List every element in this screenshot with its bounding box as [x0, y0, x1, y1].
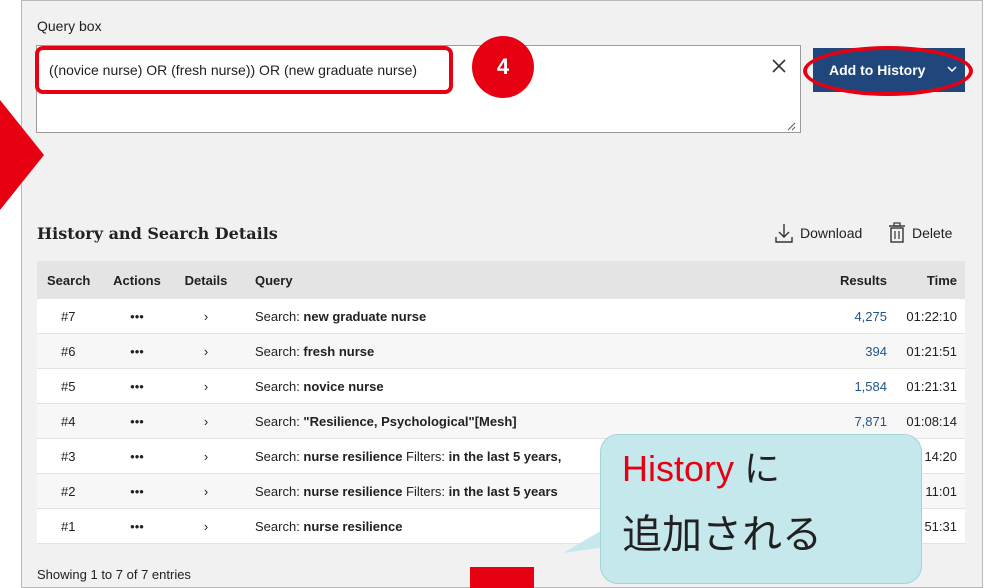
- close-icon[interactable]: [768, 55, 790, 77]
- filters-value: in the last 5 years: [448, 483, 558, 499]
- query-cell: Search: "Resilience, Psychological"[Mesh…: [237, 414, 819, 429]
- column-header-details: Details: [184, 272, 228, 288]
- query-prefix: Search:: [255, 448, 304, 464]
- resize-handle-icon[interactable]: [786, 121, 796, 131]
- actions-menu-button[interactable]: •••: [99, 484, 175, 499]
- callout-text-line2: 追加される: [622, 513, 822, 557]
- search-time: 01:22:10: [906, 308, 957, 324]
- table-header: Search Actions Details Query Results Tim…: [37, 261, 965, 299]
- filters-value: in the last 5 years,: [448, 448, 562, 464]
- search-number: #4: [61, 413, 76, 429]
- search-number: #2: [61, 483, 76, 499]
- details-expand-button[interactable]: ›: [175, 519, 237, 534]
- results-count-link[interactable]: 1,584: [819, 379, 887, 394]
- actions-menu-button[interactable]: •••: [99, 449, 175, 464]
- results-count-link[interactable]: 7,871: [819, 414, 887, 429]
- add-button-highlight-oval: [803, 46, 973, 96]
- details-expand-button[interactable]: ›: [175, 309, 237, 324]
- filters-label: Filters:: [402, 483, 449, 499]
- search-number: #7: [61, 308, 76, 324]
- column-header-time[interactable]: Time: [887, 273, 965, 288]
- actions-menu-button[interactable]: •••: [99, 519, 175, 534]
- table-row: #6 ••• › Search: fresh nurse 394 01:21:51: [37, 334, 965, 369]
- query-cell: Search: new graduate nurse: [237, 309, 819, 324]
- download-button[interactable]: Download: [774, 222, 862, 244]
- table-row: #5 ••• › Search: novice nurse 1,584 01:21:31: [37, 369, 965, 404]
- query-term: nurse resilience: [303, 448, 403, 464]
- search-number: #3: [61, 448, 76, 464]
- details-expand-button[interactable]: ›: [175, 344, 237, 359]
- query-term: novice nurse: [303, 378, 384, 394]
- column-header-search[interactable]: Search: [37, 273, 99, 288]
- details-expand-button[interactable]: ›: [175, 449, 237, 464]
- history-title: History and Search Details: [37, 224, 278, 243]
- search-number: #6: [61, 343, 76, 359]
- details-expand-button[interactable]: ›: [175, 484, 237, 499]
- actions-menu-button[interactable]: •••: [99, 379, 175, 394]
- table-row: #7 ••• › Search: new graduate nurse 4,275 01:…: [37, 299, 965, 334]
- filters-label: Filters:: [402, 448, 449, 464]
- query-cell: Search: novice nurse: [237, 379, 819, 394]
- step-number-badge: 4: [472, 36, 534, 98]
- search-time: 01:08:14: [906, 413, 957, 429]
- details-expand-button[interactable]: ›: [175, 414, 237, 429]
- download-icon: [775, 224, 793, 243]
- callout-text-line1: History に: [622, 449, 780, 489]
- query-term: new graduate nurse: [303, 308, 427, 324]
- red-arrow-annotation-bottom: [470, 567, 534, 588]
- query-prefix: Search:: [255, 378, 304, 394]
- entries-count: Showing 1 to 7 of 7 entries: [37, 567, 191, 582]
- query-term: nurse resilience: [303, 518, 403, 534]
- query-highlight-box: [35, 46, 453, 94]
- search-number: #5: [61, 378, 76, 394]
- details-expand-button[interactable]: ›: [175, 379, 237, 394]
- column-header-results[interactable]: Results: [819, 273, 887, 288]
- search-time: 01:21:31: [906, 378, 957, 394]
- column-header-actions: Actions: [113, 272, 161, 288]
- query-prefix: Search:: [255, 518, 304, 534]
- query-prefix: Search:: [255, 413, 304, 429]
- search-number: #1: [61, 518, 76, 534]
- callout-particle: に: [734, 448, 781, 489]
- query-term: fresh nurse: [303, 343, 375, 359]
- query-cell: Search: fresh nurse: [237, 344, 819, 359]
- search-time: 01:21:51: [906, 343, 957, 359]
- query-prefix: Search:: [255, 308, 304, 324]
- query-term: "Resilience, Psychological"[Mesh]: [303, 413, 517, 429]
- actions-menu-button[interactable]: •••: [99, 309, 175, 324]
- query-term: nurse resilience: [303, 483, 403, 499]
- query-prefix: Search:: [255, 483, 304, 499]
- results-count-link[interactable]: 4,275: [819, 309, 887, 324]
- actions-menu-button[interactable]: •••: [99, 414, 175, 429]
- delete-button[interactable]: Delete: [888, 222, 952, 244]
- query-prefix: Search:: [255, 343, 304, 359]
- download-label: Download: [800, 225, 863, 241]
- delete-label: Delete: [912, 225, 953, 241]
- actions-menu-button[interactable]: •••: [99, 344, 175, 359]
- results-count-link[interactable]: 394: [819, 344, 887, 359]
- callout-highlight-word: History: [622, 448, 735, 489]
- trash-icon: [889, 222, 905, 243]
- column-header-query[interactable]: Query: [237, 273, 819, 288]
- query-box-label: Query box: [37, 18, 102, 34]
